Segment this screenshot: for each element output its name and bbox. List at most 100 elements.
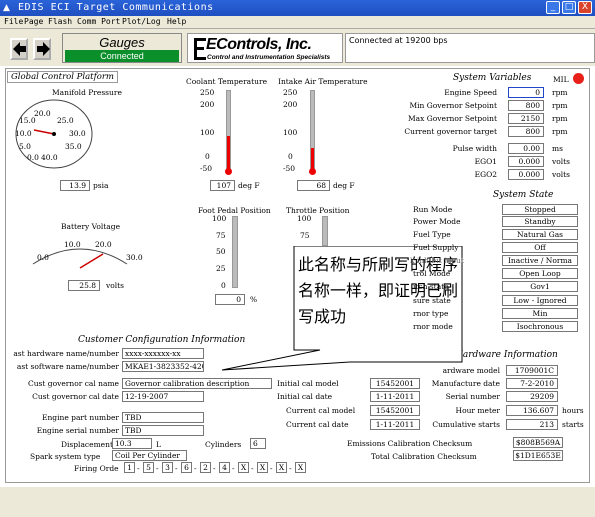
sysstate-label: trol Mode (413, 269, 451, 278)
sysvar-label: Engine Speed (444, 88, 497, 97)
firing-order-sep: - (270, 464, 273, 473)
close-button[interactable]: X (578, 1, 592, 14)
battery-tick: 10.0 (64, 240, 81, 249)
menu-page[interactable]: Page (24, 17, 43, 26)
menu-flash[interactable]: Flash (48, 17, 72, 26)
sysstate-value: Isochronous (502, 321, 578, 332)
manifold-tick: 20.0 (34, 109, 51, 118)
sysvar-value: 0.000 (508, 169, 544, 180)
sysstate-value: Low - Ignored (502, 295, 578, 306)
displacement-value: 10.3 (112, 438, 152, 449)
sysstate-label: Fuel Supply (413, 243, 459, 252)
firing-order-sep: - (194, 464, 197, 473)
intake-tick: 0 (288, 152, 293, 161)
custcfg-value: TBD (122, 412, 204, 423)
status-area (0, 487, 595, 517)
hw-unit: starts (562, 420, 584, 429)
hw-value: 29209 (506, 391, 558, 402)
sysstate-value: Natural Gas (502, 229, 578, 240)
custcfg-value: MKAE1-3823352-420 (122, 361, 204, 372)
title-bar: ▲ EDIS ECI Target Communications _ □ X (0, 0, 595, 16)
sysvar-unit: rpm (552, 114, 568, 123)
sysstate-label: Run Mode (413, 205, 453, 214)
firing-order-sep: - (213, 464, 216, 473)
sysstate-value: Stopped (502, 204, 578, 215)
battery-title: Battery Voltage (61, 222, 121, 231)
system-variables-title: System Variables (450, 73, 535, 83)
forward-button[interactable] (33, 38, 51, 60)
firing-order-sep: - (232, 464, 235, 473)
arrow-right-icon (37, 42, 50, 56)
battery-tick: 30.0 (126, 253, 143, 262)
manifold-tick: 25.0 (57, 116, 74, 125)
back-button[interactable] (10, 38, 28, 60)
firing-order-cyl: 2 (200, 462, 211, 473)
logo-tagline: Control and Instrumentation Specialists (207, 54, 331, 61)
manifold-tick: 0.0 (27, 153, 39, 162)
firing-order-sep: - (175, 464, 178, 473)
cylinders-value: 6 (250, 438, 266, 449)
throttle-title: Throttle Position (286, 206, 350, 215)
total-checksum-value: $1D1E653E (513, 450, 563, 461)
sysvar-unit: rpm (552, 127, 568, 136)
sysstate-label: rnor mode (413, 322, 453, 331)
sysstate-label: itch state (413, 282, 449, 291)
gauges-panel[interactable]: Gauges Connected (62, 33, 182, 63)
firing-order-cyl: 5 (143, 462, 154, 473)
spark-label: Spark system type (30, 452, 101, 461)
throttle-tick: 100 (297, 214, 312, 223)
hw-value: 1709001C (506, 365, 558, 376)
sysvar-value: 0 (508, 87, 544, 98)
manifold-tick: 5.0 (19, 142, 31, 151)
intake-unit: deg F (333, 181, 355, 190)
hw-label: Serial number (445, 392, 500, 401)
manifold-tick: 30.0 (69, 129, 86, 138)
custcfg-label: ast hardware name/number (13, 349, 119, 358)
econtrols-logo: EControls, Inc. Control and Instrumentat… (187, 33, 343, 63)
manifold-value: 13.9 (60, 180, 90, 191)
battery-value: 25.8 (68, 280, 100, 291)
coolant-tick: 0 (205, 152, 210, 161)
connection-info: Connected at 19200 bps (345, 33, 595, 63)
custcfg-label: Engine serial number (36, 426, 119, 435)
cal-value: 15452001 (370, 378, 420, 389)
sysstate-value: Gov1 (502, 281, 578, 292)
firing-order-cyl: X (257, 462, 268, 473)
emissions-checksum-label: Emissions Calibration Checksum (347, 439, 473, 448)
sysstate-label: Power Mode (413, 217, 461, 226)
coolant-title: Coolant Temperature (186, 77, 268, 86)
mil-label: MIL (553, 75, 569, 84)
hw-label: Hour meter (455, 406, 500, 415)
minimize-button[interactable]: _ (546, 1, 560, 14)
coolant-bulb (225, 168, 232, 175)
displacement-label: Displacement (61, 440, 113, 449)
system-state-title: System State (490, 190, 557, 200)
sysstate-value: Min (502, 308, 578, 319)
sysvar-value: 2150 (508, 113, 544, 124)
sysvar-value: 800 (508, 126, 544, 137)
menu-file[interactable]: File (4, 17, 23, 26)
menu-plot-log[interactable]: Plot/Log (122, 17, 161, 26)
spark-value: Coil Per Cylinder (112, 450, 187, 461)
firing-order-cyl: 4 (219, 462, 230, 473)
sysstate-label: Fuel Type (413, 230, 451, 239)
total-checksum-label: Total Calibration Checksum (371, 452, 477, 461)
custcfg-label: Engine part number (41, 413, 119, 422)
firing-order-sep: - (156, 464, 159, 473)
battery-unit: volts (106, 281, 125, 290)
global-control-title: Global Control Platform (7, 71, 118, 83)
pedal-tick: 100 (212, 214, 227, 223)
firing-order-cyl: 6 (181, 462, 192, 473)
custcfg-label: ast software name/number (16, 362, 119, 371)
menu-bar: File Page Flash Comm Port Plot/Log Help (0, 16, 595, 29)
hw-label: Manufacture date (431, 379, 500, 388)
firing-order-sep: - (251, 464, 254, 473)
menu-comm-port[interactable]: Comm Port (77, 17, 120, 26)
cal-value: 15452001 (370, 405, 420, 416)
pedal-title: Foot Pedal Position (198, 206, 271, 215)
menu-help[interactable]: Help (167, 17, 186, 26)
maximize-button[interactable]: □ (562, 1, 576, 14)
sysvar-label: Max Governor Setpoint (408, 114, 497, 123)
sysvar-label: EGO2 (474, 170, 497, 179)
sysvar-unit: volts (552, 170, 571, 179)
